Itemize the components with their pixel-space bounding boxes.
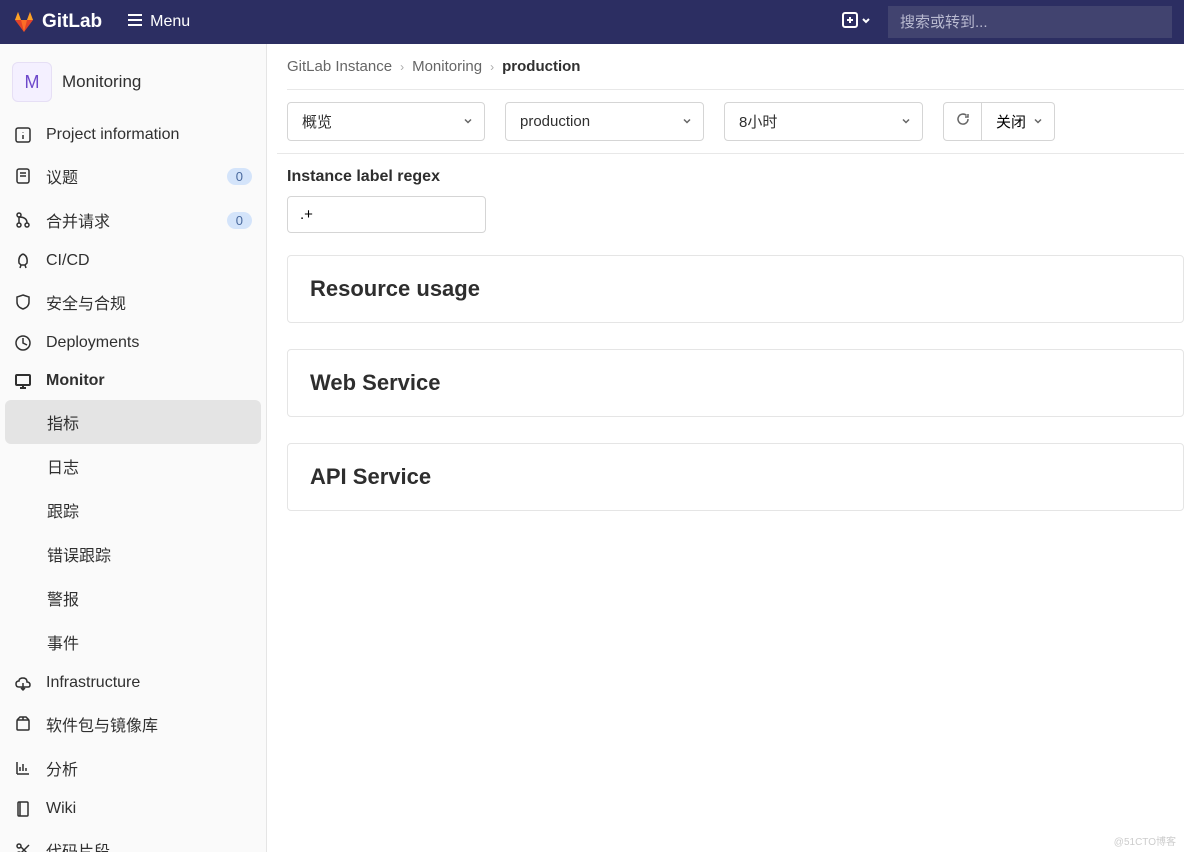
dashboard-controls: 概览 production 8小时 关闭 <box>277 90 1184 154</box>
panel-resource-usage[interactable]: Resource usage <box>287 255 1184 323</box>
nav-label: 软件包与镜像库 <box>46 712 252 736</box>
hamburger-icon <box>126 11 144 34</box>
nav-label: Infrastructure <box>46 674 252 692</box>
dropdown-label: production <box>520 113 590 130</box>
shield-icon <box>14 293 32 311</box>
book-icon <box>14 800 32 818</box>
cloud-icon <box>14 674 32 692</box>
refresh-mode-dropdown[interactable]: 关闭 <box>982 102 1055 141</box>
panel-api-service[interactable]: API Service <box>287 443 1184 511</box>
time-range-dropdown[interactable]: 8小时 <box>724 102 923 141</box>
project-avatar: M <box>12 62 52 102</box>
nav-label: 安全与合规 <box>46 290 252 314</box>
subnav-logs[interactable]: 日志 <box>0 444 266 488</box>
menu-label: Menu <box>150 13 190 31</box>
subnav-alerts[interactable]: 警报 <box>0 576 266 620</box>
info-icon <box>14 126 32 144</box>
panel-title: API Service <box>310 464 1161 490</box>
subnav-metrics[interactable]: 指标 <box>5 400 261 444</box>
menu-button[interactable]: Menu <box>126 11 190 34</box>
sidebar-item-security[interactable]: 安全与合规 <box>0 280 266 324</box>
project-header[interactable]: M Monitoring <box>0 54 266 116</box>
monitor-subnav: 指标 日志 跟踪 错误跟踪 警报 事件 <box>0 400 266 664</box>
brand-label: GitLab <box>42 11 102 33</box>
sidebar: M Monitoring Project information 议题 0 合并… <box>0 44 267 852</box>
nav-label: 议题 <box>46 164 213 188</box>
nav-label: Wiki <box>46 800 252 818</box>
plus-icon <box>842 12 858 33</box>
chevron-down-icon <box>462 113 474 130</box>
sidebar-item-monitor[interactable]: Monitor <box>0 362 266 400</box>
scissors-icon <box>14 841 32 852</box>
regex-section: Instance label regex <box>287 154 1184 255</box>
dropdown-label: 概览 <box>302 111 332 132</box>
breadcrumb: GitLab Instance › Monitoring › productio… <box>287 58 1184 90</box>
gitlab-logo[interactable]: GitLab <box>12 10 102 34</box>
refresh-button[interactable] <box>943 102 982 141</box>
nav-label: Monitor <box>46 372 252 390</box>
package-icon <box>14 715 32 733</box>
nav-label: 合并请求 <box>46 208 213 232</box>
breadcrumb-instance[interactable]: GitLab Instance <box>287 58 392 75</box>
deploy-icon <box>14 334 32 352</box>
rocket-icon <box>14 252 32 270</box>
badge: 0 <box>227 168 252 185</box>
sidebar-item-analytics[interactable]: 分析 <box>0 746 266 790</box>
nav-label: Deployments <box>46 334 252 352</box>
refresh-group: 关闭 <box>943 102 1055 141</box>
panels: Resource usage Web Service API Service <box>287 255 1184 511</box>
badge: 0 <box>227 212 252 229</box>
subnav-tracing[interactable]: 跟踪 <box>0 488 266 532</box>
nav-label: Project information <box>46 126 252 144</box>
panel-web-service[interactable]: Web Service <box>287 349 1184 417</box>
sidebar-item-snippets[interactable]: 代码片段 <box>0 828 266 852</box>
chart-icon <box>14 759 32 777</box>
regex-label: Instance label regex <box>287 168 1184 186</box>
monitor-icon <box>14 372 32 390</box>
chevron-down-icon <box>681 113 693 130</box>
chevron-down-icon <box>1032 113 1044 130</box>
chevron-down-icon <box>900 113 912 130</box>
panel-title: Resource usage <box>310 276 1161 302</box>
dropdown-label: 8小时 <box>739 111 777 132</box>
breadcrumb-project[interactable]: Monitoring <box>412 58 482 75</box>
watermark: @51CTO博客 <box>1114 833 1176 848</box>
sidebar-item-cicd[interactable]: CI/CD <box>0 242 266 280</box>
subnav-incidents[interactable]: 事件 <box>0 620 266 664</box>
project-name: Monitoring <box>62 72 141 92</box>
nav-label: CI/CD <box>46 252 252 270</box>
add-button[interactable] <box>834 8 880 37</box>
sidebar-item-packages[interactable]: 软件包与镜像库 <box>0 702 266 746</box>
breadcrumb-current: production <box>502 58 580 75</box>
subnav-error-tracking[interactable]: 错误跟踪 <box>0 532 266 576</box>
chevron-right-icon: › <box>400 60 404 74</box>
issues-icon <box>14 167 32 185</box>
sidebar-item-deployments[interactable]: Deployments <box>0 324 266 362</box>
merge-icon <box>14 211 32 229</box>
dropdown-label: 关闭 <box>996 111 1026 132</box>
nav-label: 代码片段 <box>46 838 252 852</box>
sidebar-item-wiki[interactable]: Wiki <box>0 790 266 828</box>
regex-input[interactable] <box>287 196 486 233</box>
sidebar-item-merge-requests[interactable]: 合并请求 0 <box>0 198 266 242</box>
chevron-down-icon <box>860 13 872 31</box>
sidebar-item-project-info[interactable]: Project information <box>0 116 266 154</box>
dashboard-dropdown[interactable]: 概览 <box>287 102 485 141</box>
search-input[interactable] <box>888 6 1172 38</box>
panel-title: Web Service <box>310 370 1161 396</box>
sidebar-item-issues[interactable]: 议题 0 <box>0 154 266 198</box>
gitlab-icon <box>12 10 36 34</box>
main-content: GitLab Instance › Monitoring › productio… <box>267 44 1184 852</box>
nav-label: 分析 <box>46 756 252 780</box>
refresh-icon <box>955 111 971 132</box>
top-header: GitLab Menu <box>0 0 1184 44</box>
chevron-right-icon: › <box>490 60 494 74</box>
environment-dropdown[interactable]: production <box>505 102 704 141</box>
sidebar-item-infrastructure[interactable]: Infrastructure <box>0 664 266 702</box>
